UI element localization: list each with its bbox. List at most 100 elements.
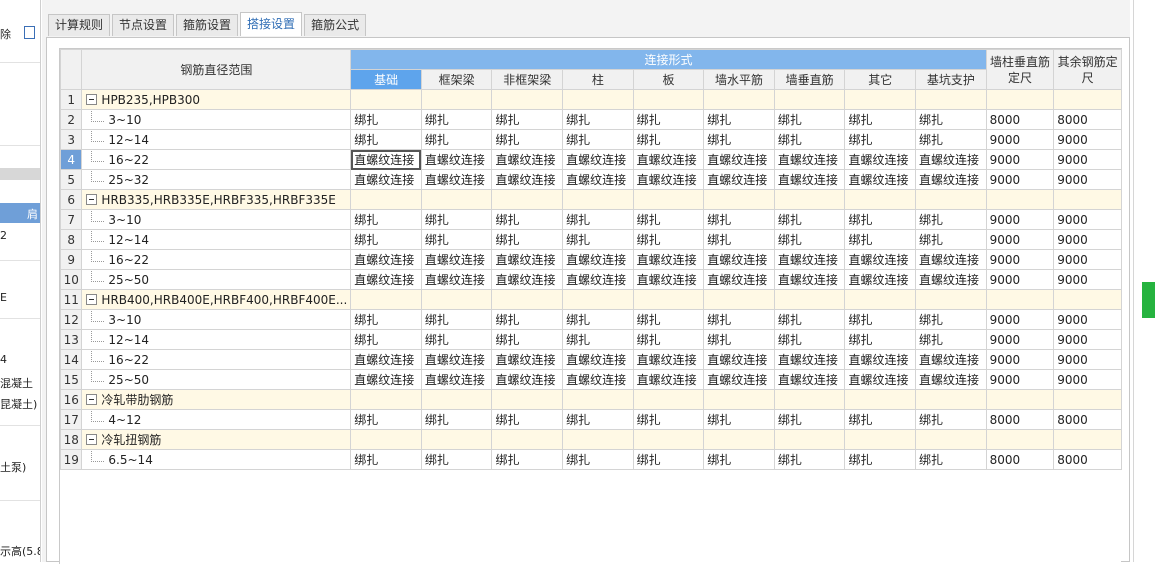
table-row[interactable]: 4 16~22 直螺纹连接 直螺纹连接 直螺纹连接 直螺纹连接 直螺纹连接 直螺纹连接 直螺纹连… (60, 149, 1122, 170)
connection-cell[interactable]: 绑扎 (632, 229, 705, 250)
range-cell[interactable]: 12~14 (81, 129, 352, 150)
table-row[interactable]: 3 12~14 绑扎 绑扎 绑扎 绑扎 绑扎 绑扎 绑扎 绑扎 绑扎 9000 9000 (60, 129, 1122, 150)
connection-cell[interactable]: 直螺纹连接 (420, 249, 493, 270)
connection-cell[interactable]: 直螺纹连接 (562, 369, 634, 390)
table-row[interactable]: 9 16~22 直螺纹连接 直螺纹连接 直螺纹连接 直螺纹连接 直螺纹连接 直螺纹连接 直螺纹连… (60, 249, 1122, 270)
connection-cell[interactable]: 绑扎 (491, 449, 564, 470)
column-header-conn-8[interactable]: 基坑支护 (915, 69, 987, 90)
collapse-icon[interactable] (86, 394, 98, 405)
connection-cell[interactable]: 直螺纹连接 (491, 169, 564, 190)
table-row[interactable]: 15 25~50 直螺纹连接 直螺纹连接 直螺纹连接 直螺纹连接 直螺纹连接 直螺纹连接 直螺纹… (60, 369, 1122, 390)
connection-cell[interactable]: 绑扎 (562, 409, 634, 430)
wall-column-length-cell[interactable]: 9000 (985, 149, 1055, 170)
connection-cell[interactable]: 直螺纹连接 (562, 349, 634, 370)
connection-cell[interactable] (632, 289, 705, 310)
connection-cell[interactable] (350, 289, 422, 310)
collapse-icon[interactable] (86, 93, 98, 105)
wall-column-length-cell[interactable]: 8000 (985, 109, 1055, 130)
connection-cell[interactable]: 直螺纹连接 (350, 249, 422, 270)
connection-cell[interactable]: 绑扎 (773, 329, 846, 350)
other-length-cell[interactable] (1053, 189, 1122, 210)
column-header-conn-6[interactable]: 墙垂直筋 (773, 69, 846, 90)
connection-cell[interactable] (773, 89, 846, 110)
connection-cell[interactable]: 直螺纹连接 (632, 249, 705, 270)
table-row[interactable]: 14 16~22 直螺纹连接 直螺纹连接 直螺纹连接 直螺纹连接 直螺纹连接 直螺纹连接 直螺纹… (60, 349, 1122, 370)
wall-column-length-cell[interactable] (985, 189, 1055, 210)
other-length-cell[interactable]: 9000 (1053, 149, 1122, 170)
connection-cell[interactable] (350, 189, 422, 210)
group-label-cell[interactable]: 冷轧带肋钢筋 (81, 389, 352, 410)
row-number[interactable]: 8 (60, 229, 83, 250)
connection-cell[interactable] (491, 389, 564, 410)
connection-cell[interactable]: 直螺纹连接 (703, 149, 775, 170)
connection-cell[interactable]: 绑扎 (420, 229, 493, 250)
connection-cell[interactable]: 绑扎 (350, 329, 422, 350)
row-number[interactable]: 1 (60, 89, 83, 110)
tab-stirrup-formula[interactable]: 箍筋公式 (304, 14, 367, 36)
row-number[interactable]: 3 (60, 129, 83, 150)
connection-cell[interactable]: 绑扎 (773, 449, 846, 470)
column-header-conn-3[interactable]: 柱 (562, 69, 634, 90)
wall-column-length-cell[interactable]: 9000 (985, 369, 1055, 390)
connection-cell[interactable]: 绑扎 (350, 309, 422, 330)
connection-cell[interactable] (632, 429, 705, 450)
connection-cell[interactable]: 绑扎 (350, 109, 422, 130)
connection-cell[interactable]: 绑扎 (350, 409, 422, 430)
column-header-conn-0[interactable]: 基础 (350, 69, 422, 90)
connection-cell[interactable]: 直螺纹连接 (703, 349, 775, 370)
tab-stirrup-settings[interactable]: 箍筋设置 (176, 14, 239, 36)
other-length-cell[interactable]: 9000 (1053, 309, 1122, 330)
connection-cell[interactable]: 直螺纹连接 (350, 349, 422, 370)
wall-column-length-cell[interactable] (985, 429, 1055, 450)
wall-column-length-cell[interactable]: 9000 (985, 269, 1055, 290)
range-cell[interactable]: 3~10 (81, 309, 352, 330)
connection-cell[interactable]: 直螺纹连接 (350, 369, 422, 390)
connection-cell[interactable]: 绑扎 (773, 109, 846, 130)
connection-cell[interactable]: 绑扎 (491, 209, 564, 230)
tab-node-settings[interactable]: 节点设置 (112, 14, 175, 36)
connection-cell[interactable]: 绑扎 (703, 209, 775, 230)
connection-cell[interactable] (420, 289, 493, 310)
connection-cell[interactable] (491, 89, 564, 110)
other-length-cell[interactable]: 9000 (1053, 329, 1122, 350)
connection-cell[interactable] (844, 189, 917, 210)
table-group-row[interactable]: 18 冷轧扭钢筋 (60, 429, 1122, 450)
row-number[interactable]: 9 (60, 249, 83, 270)
other-length-cell[interactable]: 8000 (1053, 409, 1122, 430)
connection-cell[interactable]: 绑扎 (773, 229, 846, 250)
connection-cell[interactable]: 直螺纹连接 (420, 169, 493, 190)
connection-cell[interactable]: 绑扎 (844, 449, 917, 470)
connection-cell[interactable] (703, 429, 775, 450)
connection-cell[interactable] (491, 189, 564, 210)
row-number[interactable]: 16 (60, 389, 83, 410)
connection-cell[interactable]: 直螺纹连接 (420, 149, 493, 170)
table-group-row[interactable]: 1 HPB235,HPB300 (60, 89, 1122, 110)
connection-cell[interactable]: 绑扎 (491, 109, 564, 130)
connection-cell[interactable]: 直螺纹连接 (844, 349, 917, 370)
connection-cell[interactable]: 绑扎 (420, 109, 493, 130)
connection-cell[interactable]: 绑扎 (844, 209, 917, 230)
connection-cell[interactable]: 绑扎 (562, 109, 634, 130)
connection-cell[interactable]: 绑扎 (703, 129, 775, 150)
connection-cell[interactable]: 绑扎 (632, 209, 705, 230)
row-number[interactable]: 2 (60, 109, 83, 130)
connection-cell[interactable] (915, 429, 987, 450)
connection-cell[interactable] (420, 89, 493, 110)
table-row[interactable]: 12 3~10 绑扎 绑扎 绑扎 绑扎 绑扎 绑扎 绑扎 绑扎 绑扎 9000 9000 (60, 309, 1122, 330)
connection-cell[interactable]: 绑扎 (562, 129, 634, 150)
range-cell[interactable]: 25~50 (81, 269, 352, 290)
connection-cell[interactable]: 绑扎 (703, 449, 775, 470)
table-row[interactable]: 5 25~32 直螺纹连接 直螺纹连接 直螺纹连接 直螺纹连接 直螺纹连接 直螺纹连接 直螺纹连… (60, 169, 1122, 190)
connection-cell[interactable] (420, 389, 493, 410)
connection-cell[interactable]: 绑扎 (915, 209, 987, 230)
wall-column-length-cell[interactable]: 9000 (985, 249, 1055, 270)
wall-column-length-cell[interactable] (985, 89, 1055, 110)
connection-cell[interactable]: 直螺纹连接 (773, 269, 846, 290)
connection-cell[interactable] (350, 89, 422, 110)
row-number[interactable]: 10 (60, 269, 83, 290)
connection-cell[interactable]: 绑扎 (491, 309, 564, 330)
connection-cell[interactable]: 绑扎 (491, 329, 564, 350)
connection-cell[interactable]: 绑扎 (562, 329, 634, 350)
connection-cell[interactable]: 直螺纹连接 (773, 169, 846, 190)
connection-cell[interactable]: 绑扎 (562, 209, 634, 230)
